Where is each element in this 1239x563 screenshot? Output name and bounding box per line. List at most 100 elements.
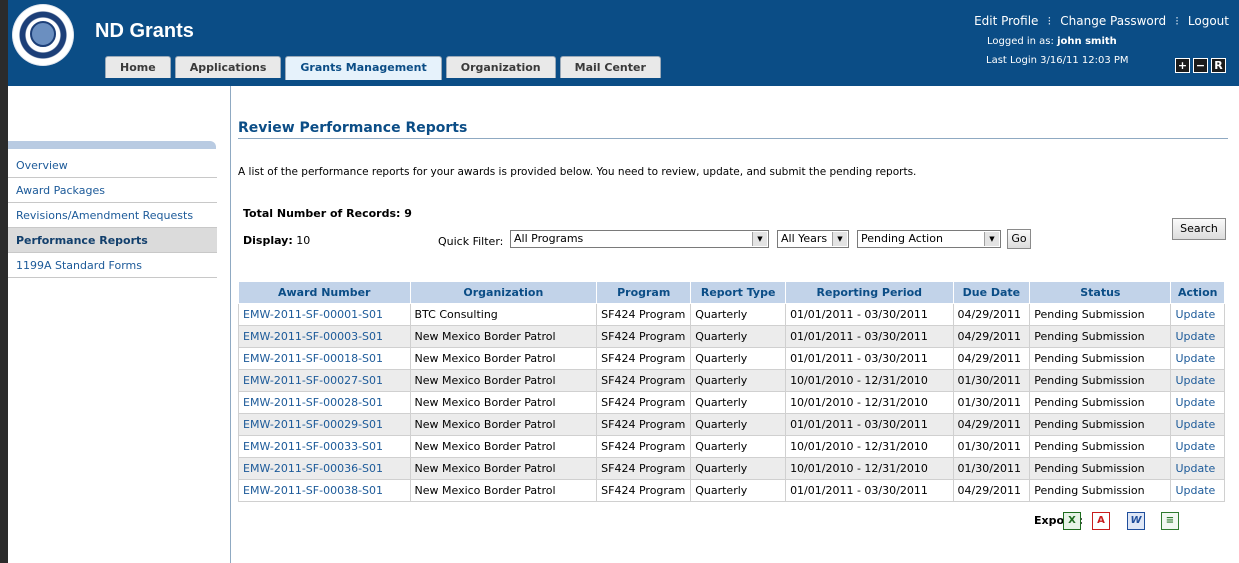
logout-link[interactable]: Logout [1188,14,1229,28]
award-number-link[interactable]: EMW-2011-SF-00036-S01 [238,457,411,480]
status-filter-select[interactable]: Pending Action ▼ [857,230,1001,248]
program-cell: SF424 Program [596,457,692,480]
status-cell: Pending Submission [1029,369,1172,392]
update-link[interactable]: Update [1170,347,1225,370]
report-type-cell: Quarterly [690,479,787,502]
table-row: EMW-2011-SF-00036-S01 New Mexico Border P… [238,457,1225,480]
col-award-number[interactable]: Award Number [238,281,411,304]
pdf-icon[interactable]: A [1092,512,1110,530]
chevron-down-icon: ▼ [832,232,847,246]
due-date-cell: 04/29/2011 [952,413,1031,436]
sidebar-item-overview[interactable]: Overview [8,153,217,178]
report-type-cell: Quarterly [690,457,787,480]
status-cell: Pending Submission [1029,391,1172,414]
award-number-link[interactable]: EMW-2011-SF-00038-S01 [238,479,411,502]
organization-cell: New Mexico Border Patrol [409,457,598,480]
reporting-period-cell: 01/01/2011 - 03/30/2011 [785,325,954,348]
col-reporting-period[interactable]: Reporting Period [785,281,954,304]
due-date-cell: 01/30/2011 [952,457,1031,480]
program-cell: SF424 Program [596,303,692,326]
font-reset-button[interactable]: R [1211,58,1226,73]
last-login: Last Login 3/16/11 12:03 PM [986,55,1129,66]
award-number-link[interactable]: EMW-2011-SF-00029-S01 [238,413,411,436]
sidebar-item-performance-reports[interactable]: Performance Reports [8,228,217,253]
update-link[interactable]: Update [1170,391,1225,414]
update-link[interactable]: Update [1170,369,1225,392]
status-cell: Pending Submission [1029,347,1172,370]
award-number-link[interactable]: EMW-2011-SF-00001-S01 [238,303,411,326]
table-row: EMW-2011-SF-00033-S01 New Mexico Border P… [238,435,1225,458]
col-report-type[interactable]: Report Type [690,281,787,304]
award-number-link[interactable]: EMW-2011-SF-00003-S01 [238,325,411,348]
sidebar-item-1199a-forms[interactable]: 1199A Standard Forms [8,253,217,278]
status-cell: Pending Submission [1029,325,1172,348]
edit-profile-link[interactable]: Edit Profile [974,14,1038,28]
link-separator: ⁝ [1175,14,1179,28]
due-date-cell: 04/29/2011 [952,303,1031,326]
font-decrease-button[interactable]: − [1193,58,1208,73]
award-number-link[interactable]: EMW-2011-SF-00018-S01 [238,347,411,370]
due-date-cell: 04/29/2011 [952,325,1031,348]
report-type-cell: Quarterly [690,325,787,348]
tab-mail-center[interactable]: Mail Center [559,56,661,78]
title-divider [238,138,1228,139]
col-action[interactable]: Action [1170,281,1225,304]
reporting-period-cell: 01/01/2011 - 03/30/2011 [785,347,954,370]
organization-cell: New Mexico Border Patrol [409,413,598,436]
col-due-date[interactable]: Due Date [952,281,1031,304]
report-type-cell: Quarterly [690,435,787,458]
sidebar-item-revisions[interactable]: Revisions/Amendment Requests [8,203,217,228]
total-records: Total Number of Records: 9 [243,207,412,220]
status-cell: Pending Submission [1029,457,1172,480]
tab-applications[interactable]: Applications [174,56,282,78]
table-row: EMW-2011-SF-00029-S01 New Mexico Border P… [238,413,1225,436]
program-filter-select[interactable]: All Programs ▼ [510,230,769,248]
update-link[interactable]: Update [1170,435,1225,458]
app-title: ND Grants [95,20,194,42]
sidebar-header-bar [8,141,216,149]
go-button[interactable]: Go [1007,229,1031,249]
update-link[interactable]: Update [1170,457,1225,480]
update-link[interactable]: Update [1170,479,1225,502]
organization-cell: New Mexico Border Patrol [409,325,598,348]
main-tabs: Home Applications Grants Management Orga… [105,56,661,80]
program-cell: SF424 Program [596,391,692,414]
col-status[interactable]: Status [1029,281,1172,304]
tab-organization[interactable]: Organization [445,56,556,78]
update-link[interactable]: Update [1170,303,1225,326]
award-number-link[interactable]: EMW-2011-SF-00028-S01 [238,391,411,414]
table-row: EMW-2011-SF-00018-S01 New Mexico Border P… [238,347,1225,370]
chevron-down-icon: ▼ [984,232,999,246]
program-cell: SF424 Program [596,413,692,436]
col-organization[interactable]: Organization [409,281,598,304]
csv-icon[interactable]: ≡ [1161,512,1179,530]
status-cell: Pending Submission [1029,413,1172,436]
header-links: Edit Profile ⁝ Change Password ⁝ Logout [974,14,1229,28]
reporting-period-cell: 01/01/2011 - 03/30/2011 [785,413,954,436]
col-program[interactable]: Program [596,281,692,304]
font-increase-button[interactable]: + [1175,58,1190,73]
program-cell: SF424 Program [596,435,692,458]
display-count: Display: 10 [243,234,310,247]
organization-cell: New Mexico Border Patrol [409,435,598,458]
update-link[interactable]: Update [1170,325,1225,348]
organization-cell: New Mexico Border Patrol [409,391,598,414]
tab-home[interactable]: Home [105,56,171,78]
word-icon[interactable]: W [1127,512,1145,530]
sidebar-item-award-packages[interactable]: Award Packages [8,178,217,203]
report-type-cell: Quarterly [690,303,787,326]
update-link[interactable]: Update [1170,413,1225,436]
logged-in-label: Logged in as: [987,36,1054,47]
award-number-link[interactable]: EMW-2011-SF-00033-S01 [238,435,411,458]
change-password-link[interactable]: Change Password [1060,14,1166,28]
chevron-down-icon: ▼ [752,232,767,246]
award-number-link[interactable]: EMW-2011-SF-00027-S01 [238,369,411,392]
dhs-seal-logo [12,4,74,66]
program-cell: SF424 Program [596,369,692,392]
status-cell: Pending Submission [1029,479,1172,502]
search-button[interactable]: Search [1172,218,1226,240]
excel-icon[interactable]: X [1063,512,1081,530]
year-filter-select[interactable]: All Years ▼ [777,230,849,248]
table-row: EMW-2011-SF-00003-S01 New Mexico Border P… [238,325,1225,348]
tab-grants-management[interactable]: Grants Management [285,56,442,80]
